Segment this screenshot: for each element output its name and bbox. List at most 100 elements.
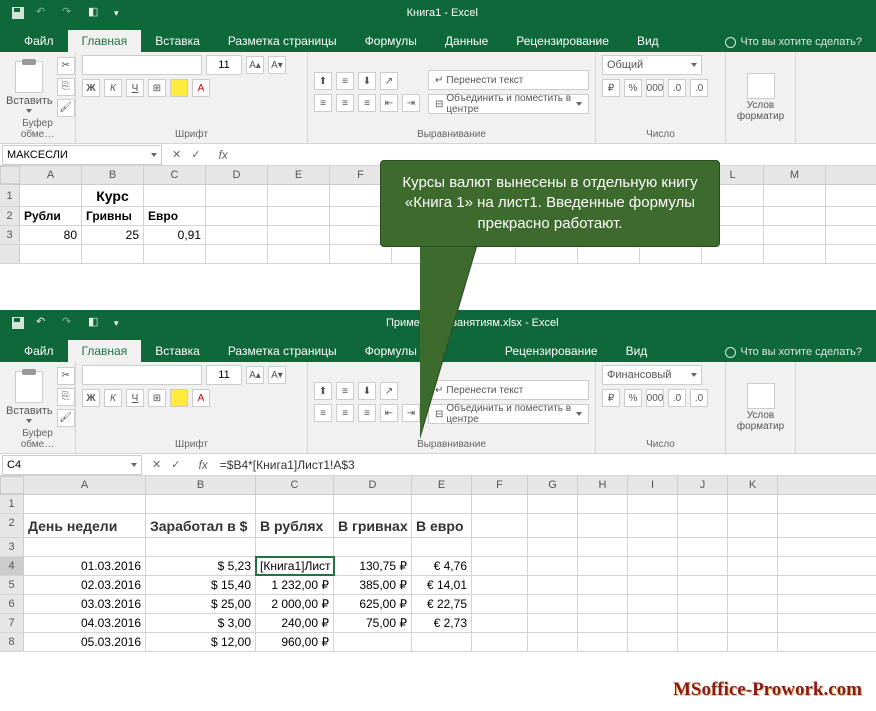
number-format-select[interactable]: Общий bbox=[602, 55, 702, 75]
cell[interactable] bbox=[472, 557, 528, 575]
row-header[interactable]: 6 bbox=[0, 595, 24, 613]
tab-review[interactable]: Рецензирование bbox=[502, 30, 623, 52]
cell[interactable]: 385,00 ₽ bbox=[334, 576, 412, 594]
col-header[interactable]: H bbox=[578, 476, 628, 494]
cell[interactable] bbox=[472, 576, 528, 594]
align-center-icon[interactable]: ≡ bbox=[336, 94, 354, 112]
fx-icon[interactable]: fx bbox=[210, 148, 235, 162]
cell[interactable]: В гривнах bbox=[334, 514, 412, 537]
underline-button[interactable]: Ч bbox=[126, 79, 144, 97]
cell[interactable] bbox=[24, 538, 146, 556]
row-header[interactable]: 1 bbox=[0, 495, 24, 513]
row-header[interactable]: 5 bbox=[0, 576, 24, 594]
font-family-input[interactable] bbox=[82, 55, 202, 75]
cancel-icon[interactable]: ✕ bbox=[152, 458, 161, 471]
cell[interactable] bbox=[412, 633, 472, 651]
cell[interactable] bbox=[628, 557, 678, 575]
font-color-button[interactable]: A bbox=[192, 79, 210, 97]
cell[interactable] bbox=[628, 614, 678, 632]
cell[interactable]: 03.03.2016 bbox=[24, 595, 146, 613]
align-bottom-icon[interactable]: ⬇ bbox=[358, 72, 376, 90]
cell[interactable] bbox=[528, 614, 578, 632]
cell[interactable] bbox=[528, 538, 578, 556]
cell[interactable]: Заработал в $ bbox=[146, 514, 256, 537]
tab-data[interactable]: Данные bbox=[431, 30, 502, 52]
cell[interactable]: 130,75 ₽ bbox=[334, 557, 412, 575]
conditional-format-button[interactable]: Услов форматир bbox=[732, 73, 789, 122]
cell[interactable] bbox=[472, 633, 528, 651]
cell[interactable]: 25 bbox=[82, 226, 144, 244]
cell[interactable] bbox=[728, 538, 778, 556]
bold-button[interactable]: Ж bbox=[82, 389, 100, 407]
cell[interactable] bbox=[628, 495, 678, 513]
cell[interactable] bbox=[728, 514, 778, 537]
fill-color-button[interactable] bbox=[170, 389, 188, 407]
percent-icon[interactable]: % bbox=[624, 79, 642, 97]
cell[interactable]: [Книга1]Лист bbox=[256, 557, 334, 575]
tab-formulas[interactable]: Формулы bbox=[351, 30, 431, 52]
cell[interactable]: 80 bbox=[20, 226, 82, 244]
cell[interactable]: $ 15,40 bbox=[146, 576, 256, 594]
cell[interactable] bbox=[334, 495, 412, 513]
cell[interactable] bbox=[412, 538, 472, 556]
undo-icon[interactable]: ↶ bbox=[36, 5, 52, 21]
col-header[interactable]: E bbox=[268, 166, 330, 184]
touch-icon[interactable]: ◧ bbox=[88, 315, 104, 331]
col-header[interactable]: I bbox=[628, 476, 678, 494]
indent-dec-icon[interactable]: ⇤ bbox=[380, 404, 398, 422]
cell[interactable] bbox=[728, 576, 778, 594]
cell[interactable] bbox=[628, 514, 678, 537]
cell[interactable] bbox=[146, 495, 256, 513]
cell[interactable] bbox=[256, 538, 334, 556]
align-right-icon[interactable]: ≡ bbox=[358, 404, 376, 422]
cell[interactable] bbox=[678, 633, 728, 651]
cell[interactable] bbox=[472, 614, 528, 632]
col-header[interactable]: B bbox=[82, 166, 144, 184]
row-header[interactable]: 7 bbox=[0, 614, 24, 632]
cell[interactable]: 01.03.2016 bbox=[24, 557, 146, 575]
currency-icon[interactable]: ₽ bbox=[602, 389, 620, 407]
row-header[interactable]: 3 bbox=[0, 226, 20, 244]
cell[interactable] bbox=[628, 576, 678, 594]
col-header[interactable]: K bbox=[728, 476, 778, 494]
cell[interactable] bbox=[628, 633, 678, 651]
cell[interactable]: € 2,73 bbox=[412, 614, 472, 632]
cell[interactable] bbox=[678, 614, 728, 632]
save-icon[interactable] bbox=[10, 5, 26, 21]
col-header[interactable]: A bbox=[24, 476, 146, 494]
inc-decimal-icon[interactable]: .0 bbox=[668, 389, 686, 407]
cell[interactable] bbox=[628, 595, 678, 613]
cell[interactable] bbox=[528, 514, 578, 537]
col-header[interactable]: G bbox=[528, 476, 578, 494]
cell[interactable] bbox=[678, 557, 728, 575]
tab-formulas[interactable]: Формулы bbox=[351, 340, 431, 362]
select-all-corner[interactable] bbox=[0, 166, 20, 184]
copy-icon[interactable]: ⎘ bbox=[57, 388, 75, 406]
tell-me[interactable]: Что вы хотите сделать? bbox=[711, 342, 876, 362]
col-header[interactable]: D bbox=[334, 476, 412, 494]
cell[interactable]: € 14,01 bbox=[412, 576, 472, 594]
orientation-icon[interactable]: ↗ bbox=[380, 72, 398, 90]
cell[interactable] bbox=[728, 614, 778, 632]
cell[interactable]: $ 3,00 bbox=[146, 614, 256, 632]
border-button[interactable]: ⊞ bbox=[148, 79, 166, 97]
grow-font-icon[interactable]: A▴ bbox=[246, 366, 264, 384]
cell[interactable]: $ 12,00 bbox=[146, 633, 256, 651]
enter-icon[interactable]: ✓ bbox=[171, 458, 180, 471]
paste-button[interactable]: Вставить bbox=[6, 61, 53, 113]
cell[interactable] bbox=[334, 633, 412, 651]
cell[interactable] bbox=[578, 633, 628, 651]
align-middle-icon[interactable]: ≡ bbox=[336, 72, 354, 90]
cell[interactable]: $ 5,23 bbox=[146, 557, 256, 575]
align-bottom-icon[interactable]: ⬇ bbox=[358, 382, 376, 400]
tab-review[interactable]: Рецензирование bbox=[491, 340, 612, 362]
tab-file[interactable]: Файл bbox=[10, 30, 68, 52]
save-icon[interactable] bbox=[10, 315, 26, 331]
underline-button[interactable]: Ч bbox=[126, 389, 144, 407]
redo-icon[interactable]: ↷ bbox=[62, 5, 78, 21]
cell[interactable] bbox=[528, 595, 578, 613]
cell[interactable]: 960,00 ₽ bbox=[256, 633, 334, 651]
cell[interactable] bbox=[678, 595, 728, 613]
italic-button[interactable]: К bbox=[104, 389, 122, 407]
cell[interactable] bbox=[728, 557, 778, 575]
